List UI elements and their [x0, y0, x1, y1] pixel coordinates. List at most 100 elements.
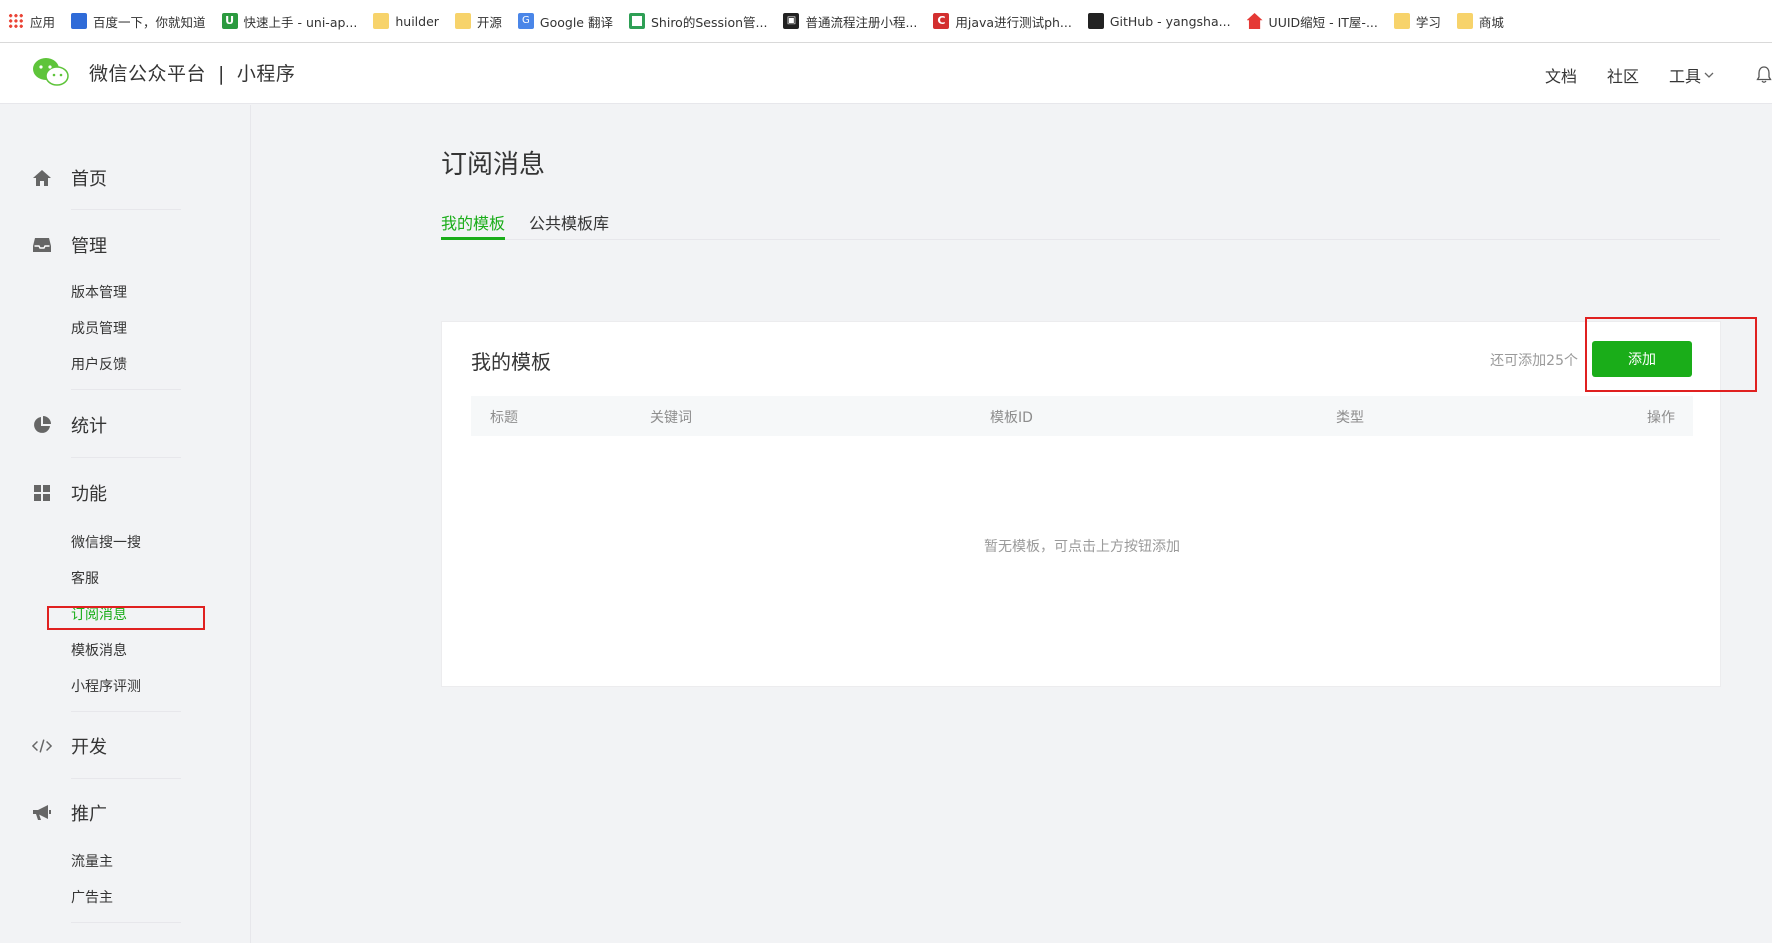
template-table-header: 标题 关键词 模板ID 类型 操作	[471, 396, 1693, 436]
nav-tools-dropdown[interactable]: 工具	[1669, 63, 1714, 87]
baidu-paw-icon	[71, 13, 88, 29]
bookmark-label: 用java进行测试ph...	[955, 14, 1072, 30]
bookmark-item[interactable]: C 用java进行测试ph...	[933, 9, 1072, 33]
sidebar-divider	[71, 457, 181, 458]
sidebar-item-template-message[interactable]: 模板消息	[71, 640, 127, 660]
sidebar-home-label: 首页	[71, 169, 107, 190]
nav-docs-link[interactable]: 文档	[1545, 63, 1577, 87]
c-logo-icon	[628, 13, 645, 29]
sidebar-stats-label: 统计	[71, 416, 107, 437]
column-header-template-id: 模板ID	[990, 410, 1033, 426]
tab-my-templates[interactable]: 我的模板	[441, 210, 505, 234]
bookmark-label: Shiro的Session管...	[650, 14, 768, 30]
chevron-down-icon	[1704, 72, 1714, 78]
bookmark-item[interactable]: 学习	[1393, 9, 1441, 33]
bell-icon[interactable]	[1756, 66, 1772, 84]
folder-icon	[1456, 13, 1473, 29]
apps-grid-icon	[8, 13, 24, 29]
google-translate-icon: G	[517, 13, 534, 29]
bookmark-item[interactable]: ▣ 普通流程注册小程...	[783, 9, 917, 33]
bookmark-item[interactable]: 百度一下，你就知道	[71, 9, 206, 33]
tab-bar: 我的模板 公共模板库	[441, 206, 1720, 240]
sidebar-divider	[71, 711, 181, 712]
bookmark-label: UUID缩短 - IT屋-...	[1268, 14, 1378, 30]
sidebar-item-advertiser[interactable]: 广告主	[71, 887, 113, 907]
sidebar-item-wechat-search[interactable]: 微信搜一搜	[71, 532, 141, 552]
sidebar-item-miniprogram-review[interactable]: 小程序评测	[71, 676, 141, 696]
wechat-logo-icon[interactable]	[32, 57, 70, 87]
brand-separator: |	[218, 63, 225, 85]
bookmark-item[interactable]: Shiro的Session管...	[628, 9, 768, 33]
dark-site-icon: ▣	[783, 13, 800, 29]
bookmark-label: 快速上手 - uni-ap...	[243, 14, 358, 30]
code-icon	[32, 736, 52, 756]
bookmark-label: 学习	[1415, 14, 1441, 30]
sidebar-develop-label: 开发	[71, 737, 107, 758]
house-icon	[1246, 13, 1263, 29]
card-title: 我的模板	[471, 350, 551, 374]
bookmark-label: 商城	[1478, 14, 1504, 30]
bookmark-label: 开源	[476, 14, 502, 30]
sidebar-promote-label: 推广	[71, 804, 107, 825]
csdn-icon: C	[933, 13, 950, 29]
sidebar-item-stats[interactable]: 统计	[32, 412, 107, 438]
sidebar-item-manage[interactable]: 管理	[32, 232, 107, 258]
nav-community-link[interactable]: 社区	[1607, 63, 1639, 87]
column-header-keywords: 关键词	[650, 410, 692, 426]
bookmark-label: Google 翻译	[539, 14, 613, 30]
sidebar-item-promote[interactable]: 推广	[32, 800, 107, 826]
column-header-title: 标题	[490, 410, 518, 426]
home-icon	[32, 168, 52, 188]
folder-icon	[1393, 13, 1410, 29]
active-tab-indicator	[441, 237, 505, 240]
column-header-actions: 操作	[1647, 410, 1675, 426]
pie-chart-icon	[32, 415, 52, 435]
sidebar-divider	[71, 209, 181, 210]
sidebar-item-home[interactable]: 首页	[32, 165, 107, 191]
bookmarks-bar: 应用 百度一下，你就知道 U 快速上手 - uni-ap... huilder 开源 G Go…	[0, 0, 1772, 43]
bookmark-item[interactable]: 开源	[454, 9, 502, 33]
sidebar-item-features[interactable]: 功能	[32, 480, 107, 506]
inbox-icon	[32, 235, 52, 255]
folder-icon	[454, 13, 471, 29]
tab-public-template-library[interactable]: 公共模板库	[529, 210, 609, 234]
column-header-type: 类型	[1336, 410, 1364, 426]
page-title: 订阅消息	[441, 150, 546, 180]
bookmark-item[interactable]: 应用	[8, 9, 55, 33]
remaining-count: 还可添加25个	[1490, 353, 1578, 369]
bookmark-label: 百度一下，你就知道	[93, 14, 206, 30]
my-templates-card: 我的模板 还可添加25个 添加 标题 关键词 模板ID 类型 操作 暂无模板，可…	[441, 321, 1721, 687]
bookmark-label: 应用	[30, 14, 56, 30]
folder-icon	[373, 13, 390, 29]
nav-tools-label: 工具	[1668, 67, 1701, 86]
sidebar-divider	[71, 922, 181, 923]
uniapp-icon: U	[221, 13, 238, 29]
add-template-button[interactable]: 添加	[1592, 341, 1692, 377]
bookmark-label: 普通流程注册小程...	[805, 14, 918, 30]
brand-sub: 小程序	[236, 63, 296, 85]
bookmark-item[interactable]: U 快速上手 - uni-ap...	[221, 9, 358, 33]
megaphone-icon	[32, 803, 52, 823]
sidebar-divider	[71, 778, 181, 779]
bookmark-label: huilder	[395, 13, 439, 29]
brand-main: 微信公众平台	[89, 63, 207, 85]
sidebar-features-label: 功能	[71, 484, 107, 505]
sidebar-item-customer-service[interactable]: 客服	[71, 568, 99, 588]
grid-icon	[32, 483, 52, 503]
sidebar-item-user-feedback[interactable]: 用户反馈	[71, 354, 127, 374]
sidebar-item-develop[interactable]: 开发	[32, 733, 107, 759]
sidebar-item-version-manage[interactable]: 版本管理	[71, 282, 127, 302]
sidebar-item-subscribe-message[interactable]: 订阅消息	[71, 604, 127, 624]
bookmark-item[interactable]: UUID缩短 - IT屋-...	[1246, 9, 1378, 33]
sidebar-divider	[71, 389, 181, 390]
bookmark-item[interactable]: huilder	[373, 9, 439, 33]
sidebar-item-member-manage[interactable]: 成员管理	[71, 318, 127, 338]
platform-brand[interactable]: 微信公众平台 | 小程序	[89, 59, 295, 86]
bookmark-item[interactable]: 商城	[1456, 9, 1504, 33]
bookmark-item[interactable]: G Google 翻译	[517, 9, 613, 33]
sidebar-item-traffic-owner[interactable]: 流量主	[71, 851, 113, 871]
sidebar-manage-label: 管理	[71, 236, 107, 257]
sidebar: 首页 管理 版本管理 成员管理 用户反馈 统计 功能 微信搜一搜 客服 订阅消息…	[0, 105, 251, 943]
empty-state-message: 暂无模板，可点击上方按钮添加	[984, 539, 1180, 555]
bookmark-item[interactable]: GitHub - yangsha...	[1087, 9, 1231, 33]
